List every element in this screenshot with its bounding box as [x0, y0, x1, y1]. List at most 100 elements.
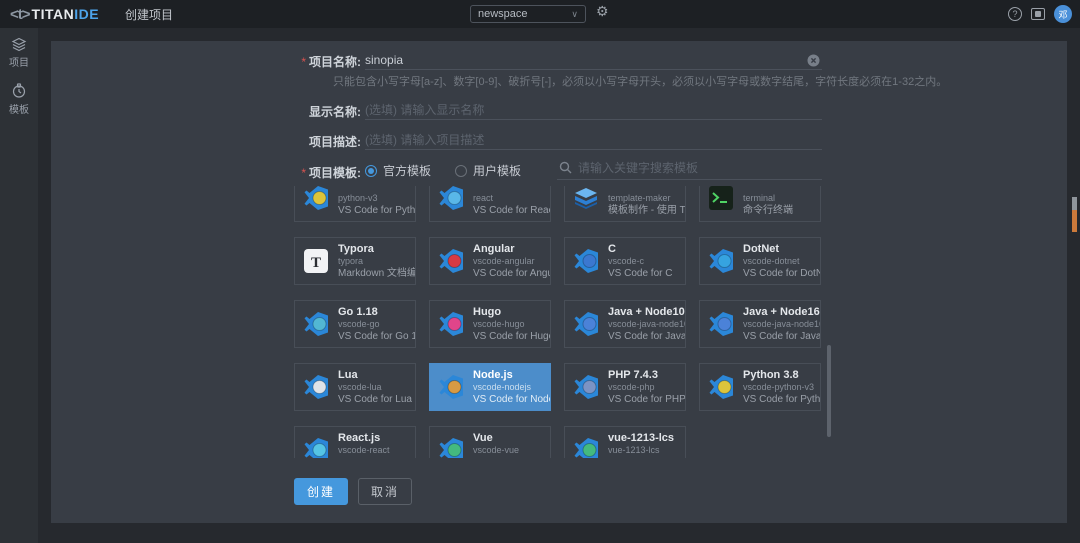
template-card-text: Java + Node16vscode-java-node16VS Code f…	[743, 306, 820, 343]
template-title: Python 3.8	[743, 369, 820, 382]
template-card-vscode-java-node10[interactable]: Java + Node10vscode-java-node10VS Code f…	[564, 300, 686, 348]
template-title: Vue	[473, 432, 519, 445]
template-title: Angular	[473, 243, 550, 256]
vscode-icon	[573, 437, 599, 458]
template-name: vscode-php	[608, 382, 685, 393]
required-asterisk: *	[301, 166, 306, 180]
template-title: C	[608, 243, 672, 256]
template-title: Java + Node16	[743, 306, 820, 319]
template-card-text: terminal命令行终端	[743, 186, 793, 217]
template-card-vscode-php[interactable]: PHP 7.4.3vscode-phpVS Code for PHP	[564, 363, 686, 411]
radio-official-template[interactable]: 官方模板	[365, 162, 431, 179]
template-desc: VS Code for Java + ...	[743, 330, 820, 343]
template-title: PHP 7.4.3	[608, 369, 685, 382]
template-grid-content: python-v3VS Code for Python reactVS Code …	[294, 186, 822, 458]
template-row: TTyporatyporaMarkdown 文档编写...Angularvsco…	[294, 237, 822, 285]
vscode-icon	[438, 437, 464, 458]
page-scrollbar-thumb	[1072, 197, 1077, 210]
template-card-vscode-python-v3[interactable]: Python 3.8vscode-python-v3VS Code for Py…	[699, 363, 821, 411]
template-desc: VS Code for Go 1.18	[338, 330, 415, 343]
radio-user-template[interactable]: 用户模板	[455, 162, 521, 179]
template-card-vscode-go[interactable]: Go 1.18vscode-goVS Code for Go 1.18	[294, 300, 416, 348]
vscode-icon	[573, 311, 599, 337]
template-desc	[338, 456, 390, 459]
sidebar-item-projects[interactable]: 项目	[0, 28, 38, 75]
template-card-text: PHP 7.4.3vscode-phpVS Code for PHP	[608, 369, 685, 406]
template-card-text: DotNetvscode-dotnetVS Code for DotNet	[743, 243, 820, 280]
template-name: terminal	[743, 193, 793, 204]
sidebar-item-label: 模板	[9, 101, 29, 116]
app-logo[interactable]: <t> TITAN IDE	[10, 6, 99, 23]
template-name: vscode-react	[338, 445, 390, 456]
template-title: React.js	[338, 432, 390, 445]
template-card-vscode-react[interactable]: React.jsvscode-react	[294, 426, 416, 458]
search-icon	[559, 161, 572, 174]
display-name-label: 显示名称:	[231, 103, 361, 120]
cancel-button[interactable]: 取消	[358, 478, 412, 505]
vscode-icon	[303, 311, 329, 337]
project-template-label: *项目模板:	[231, 164, 361, 181]
vscode-icon	[573, 374, 599, 400]
vscode-icon	[573, 248, 599, 274]
template-card-python-v3[interactable]: python-v3VS Code for Python	[294, 186, 416, 222]
template-card-vscode-c[interactable]: Cvscode-cVS Code for C	[564, 237, 686, 285]
console-icon[interactable]	[1031, 8, 1045, 20]
template-row: Luavscode-luaVS Code for Lua Node.jsvscod…	[294, 363, 822, 411]
template-card-vscode-lua[interactable]: Luavscode-luaVS Code for Lua	[294, 363, 416, 411]
template-card-terminal[interactable]: terminal命令行终端	[699, 186, 821, 222]
template-title: Hugo	[473, 306, 550, 319]
template-card-typora[interactable]: TTyporatyporaMarkdown 文档编写...	[294, 237, 416, 285]
template-title: Typora	[338, 243, 415, 256]
vscode-icon	[303, 374, 329, 400]
template-card-text: Hugovscode-hugoVS Code for Hugo	[473, 306, 550, 343]
project-desc-input[interactable]	[365, 131, 822, 150]
display-name-input[interactable]	[365, 101, 822, 120]
template-card-vscode-hugo[interactable]: Hugovscode-hugoVS Code for Hugo	[429, 300, 551, 348]
terminal-icon	[708, 186, 734, 211]
templates-icon	[11, 83, 27, 99]
avatar[interactable]: 邓	[1054, 5, 1072, 23]
template-card-vscode-vue[interactable]: Vuevscode-vue	[429, 426, 551, 458]
template-desc: VS Code for Python	[743, 393, 820, 406]
grid-scrollbar-thumb[interactable]	[827, 345, 831, 437]
template-card-text: template-maker模板制作 - 使用 Tem...	[608, 186, 685, 217]
create-project-panel: *项目名称: 只能包含小写字母[a-z]、数字[0-9]、破折号[-]，必须以小…	[51, 41, 1067, 523]
template-desc: VS Code for Angular	[473, 267, 550, 280]
project-name-label: *项目名称:	[231, 53, 361, 70]
template-name: vscode-go	[338, 319, 415, 330]
radio-selected-icon	[365, 165, 377, 177]
create-button[interactable]: 创建	[294, 478, 348, 505]
template-card-vscode-angular[interactable]: Angularvscode-angularVS Code for Angular	[429, 237, 551, 285]
template-card-template-maker[interactable]: template-maker模板制作 - 使用 Tem...	[564, 186, 686, 222]
template-title: Lua	[338, 369, 412, 382]
template-card-text: Node.jsvscode-nodejsVS Code for Node.js	[473, 369, 550, 406]
clear-icon[interactable]	[807, 54, 820, 72]
template-card-react[interactable]: reactVS Code for React.js	[429, 186, 551, 222]
template-card-vscode-nodejs[interactable]: Node.jsvscode-nodejsVS Code for Node.js	[429, 363, 551, 411]
template-desc: VS Code for Hugo	[473, 330, 550, 343]
template-card-text: Java + Node10vscode-java-node10VS Code f…	[608, 306, 685, 343]
template-card-vscode-dotnet[interactable]: DotNetvscode-dotnetVS Code for DotNet	[699, 237, 821, 285]
sidebar-item-templates[interactable]: 模板	[0, 75, 38, 122]
template-grid-viewport: python-v3VS Code for Python reactVS Code …	[294, 186, 822, 458]
vscode-icon	[303, 437, 329, 458]
vscode-icon	[708, 311, 734, 337]
template-search-input[interactable]	[578, 161, 822, 175]
template-name: vscode-lua	[338, 382, 412, 393]
help-icon[interactable]: ?	[1008, 7, 1022, 21]
template-card-text: vue-1213-lcsvue-1213-lcs	[608, 432, 674, 459]
logo-text-main: TITAN	[32, 6, 75, 22]
typora-icon: T	[303, 248, 329, 274]
template-card-text: React.jsvscode-react	[338, 432, 390, 459]
gear-icon[interactable]: ⚙	[596, 3, 609, 20]
template-desc: VS Code for DotNet	[743, 267, 820, 280]
project-name-input[interactable]	[365, 51, 822, 70]
page-scrollbar[interactable]	[1072, 197, 1077, 232]
template-name: vscode-java-node16	[743, 319, 820, 330]
workspace-select[interactable]: newspace ∨	[470, 5, 586, 23]
template-card-vue-1213-lcs[interactable]: vue-1213-lcsvue-1213-lcs	[564, 426, 686, 458]
template-desc: VS Code for React.js	[473, 204, 550, 217]
template-name: vscode-angular	[473, 256, 550, 267]
template-card-vscode-java-node16[interactable]: Java + Node16vscode-java-node16VS Code f…	[699, 300, 821, 348]
template-name: vscode-nodejs	[473, 382, 550, 393]
